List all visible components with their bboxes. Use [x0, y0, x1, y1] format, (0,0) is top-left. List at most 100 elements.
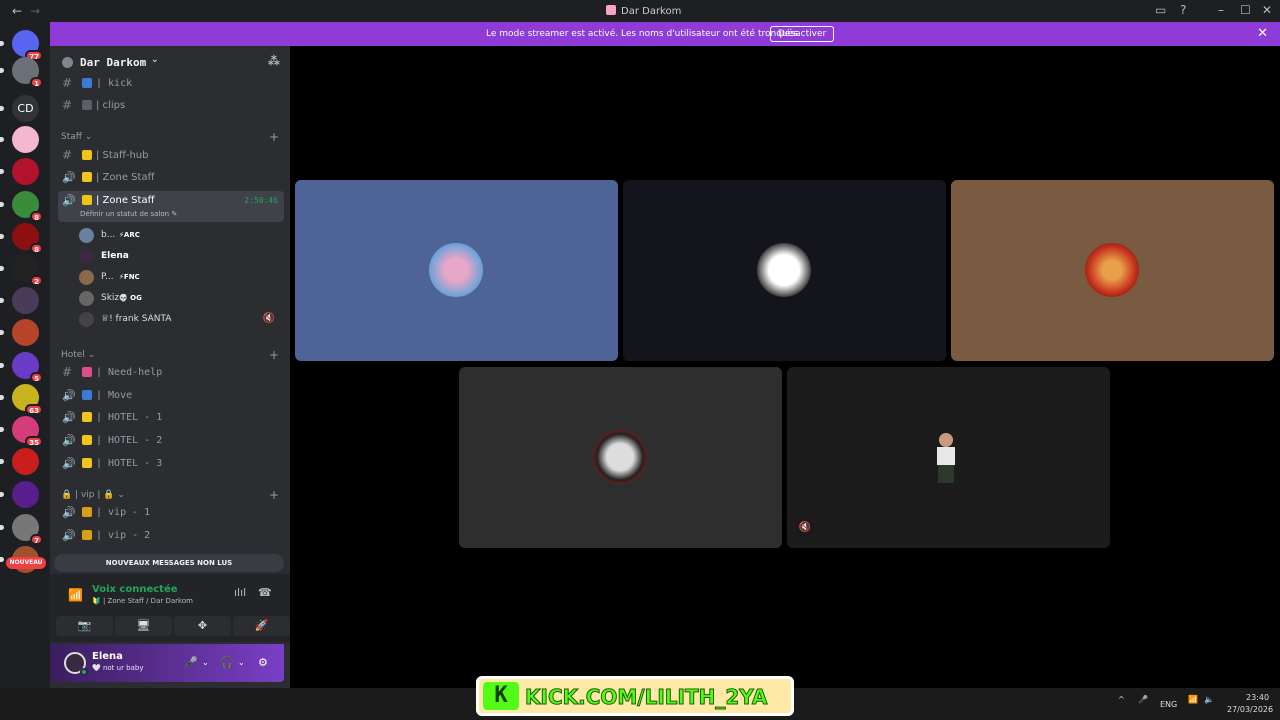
- channel-emoji-icon: [82, 507, 92, 517]
- close-window-icon[interactable]: ✕: [1262, 3, 1272, 17]
- new-badge[interactable]: NOUVEAU: [6, 557, 46, 569]
- unread-messages-bar[interactable]: NOUVEAUX MESSAGES NON LUS: [54, 554, 284, 572]
- camera-button[interactable]: 📷: [56, 616, 113, 636]
- voice-user[interactable]: P... ⚡FNC: [79, 267, 279, 287]
- disable-streamer-button[interactable]: Désactiver: [770, 26, 835, 42]
- minimize-icon[interactable]: –: [1218, 3, 1224, 17]
- server-icon[interactable]: [0, 126, 39, 153]
- hash-icon: #: [62, 98, 73, 112]
- category-vip[interactable]: 🔒 | vip | 🔒 ⌄ +: [61, 488, 279, 502]
- channel-item[interactable]: 🔊 | HOTEL - 3: [58, 454, 284, 474]
- participant-tile[interactable]: [459, 367, 782, 548]
- speaker-icon: 🔊: [62, 506, 76, 519]
- add-channel-icon[interactable]: +: [269, 488, 279, 502]
- category-hotel[interactable]: Hotel ⌄ +: [61, 348, 279, 362]
- character-body: [937, 447, 955, 465]
- forward-arrow-icon[interactable]: →: [30, 4, 40, 18]
- clock-date[interactable]: 27/03/2026: [1227, 705, 1273, 714]
- headset-icon[interactable]: 🎧: [220, 656, 234, 669]
- screen-share-button[interactable]: 🖥: [115, 616, 172, 636]
- server-icon[interactable]: 8: [0, 191, 43, 222]
- mention-badge: 63: [25, 404, 43, 415]
- disconnect-icon[interactable]: ☎: [258, 586, 272, 599]
- volume-icon[interactable]: 🔈: [1204, 695, 1214, 704]
- participant-tile[interactable]: [951, 180, 1274, 361]
- wifi-icon[interactable]: 📶: [1188, 695, 1198, 704]
- channel-name: | HOTEL - 3: [96, 458, 163, 469]
- kick-url: KICK.COM/LILITH_2YA: [524, 685, 768, 710]
- channel-kick[interactable]: # | kick: [58, 74, 284, 94]
- signal-icon[interactable]: 📶: [68, 588, 83, 602]
- close-banner-icon[interactable]: ✕: [1257, 26, 1268, 41]
- language-indicator[interactable]: ENG: [1160, 700, 1177, 709]
- add-channel-icon[interactable]: +: [269, 348, 279, 362]
- chevron-down-icon[interactable]: ⌄: [202, 658, 209, 667]
- server-icon[interactable]: [0, 319, 39, 346]
- voice-user[interactable]: ♕! frank SANTA 🔇: [79, 309, 279, 329]
- activities-button[interactable]: ✥: [174, 616, 231, 636]
- clock-time[interactable]: 23:40: [1246, 693, 1269, 702]
- unread-pip: [0, 68, 4, 73]
- mic-icon[interactable]: 🎤: [1138, 695, 1148, 704]
- server-icon[interactable]: 2: [0, 255, 43, 286]
- server-icon[interactable]: 77: [0, 30, 43, 61]
- soundboard-button[interactable]: 🚀: [233, 616, 290, 636]
- voice-stage: 🔇: [290, 46, 1280, 688]
- unread-pip: [0, 202, 4, 207]
- channel-zone-staff-1[interactable]: 🔊 | Zone Staff: [58, 168, 284, 188]
- channel-item[interactable]: # | Need-help: [58, 363, 284, 383]
- tray-chevron-icon[interactable]: ^: [1118, 695, 1125, 704]
- server-icon[interactable]: [0, 158, 39, 185]
- server-icon[interactable]: [0, 287, 39, 314]
- noise-suppression-icon[interactable]: ılıl: [234, 586, 246, 599]
- gear-icon[interactable]: ⚙: [258, 656, 268, 669]
- channel-staff-hub[interactable]: # | Staff-hub: [58, 146, 284, 166]
- chevron-down-icon[interactable]: ⌄: [238, 658, 245, 667]
- server-icon[interactable]: 5: [0, 352, 43, 383]
- channel-zone-staff-active[interactable]: 🔊 | Zone Staff 2:50:46 Définir un statut de…: [58, 191, 284, 222]
- server-icon[interactable]: 8: [0, 223, 43, 254]
- channel-item[interactable]: 🔊 | vip - 1: [58, 503, 284, 523]
- channel-item[interactable]: 🔊 | HOTEL - 2: [58, 431, 284, 451]
- set-channel-status[interactable]: Définir un statut de salon ✎: [80, 210, 177, 218]
- add-channel-icon[interactable]: +: [269, 130, 279, 144]
- voice-user-tag: ⚡FNC: [119, 273, 140, 281]
- channel-item[interactable]: 🔊 | Move: [58, 386, 284, 406]
- deafened-icon: 🔇: [262, 313, 275, 324]
- username[interactable]: Elena: [92, 651, 123, 662]
- channel-emoji-icon: [82, 390, 92, 400]
- server-icon[interactable]: CD: [0, 95, 39, 122]
- mention-badge: 2: [30, 275, 43, 286]
- channel-item[interactable]: 🔊 | vip - 2: [58, 526, 284, 546]
- back-arrow-icon[interactable]: ←: [12, 4, 22, 18]
- channel-item[interactable]: 🔊 | HOTEL - 1: [58, 408, 284, 428]
- character-legs: [938, 465, 954, 483]
- channel-emoji-icon: [82, 367, 92, 377]
- voice-channel[interactable]: 🔰 | Zone Staff / Dar Darkom: [92, 597, 193, 605]
- mention-badge: 5: [30, 372, 43, 383]
- server-icon[interactable]: 35: [0, 416, 43, 447]
- voice-user[interactable]: Elena: [79, 246, 279, 266]
- server-icon[interactable]: 63: [0, 384, 43, 415]
- category-staff[interactable]: Staff ⌄ +: [61, 130, 279, 144]
- channel-name: | Need-help: [96, 367, 163, 378]
- participant-tile[interactable]: [623, 180, 946, 361]
- participant-avatar: [757, 243, 811, 297]
- server-avatar: CD: [12, 95, 39, 122]
- mic-icon[interactable]: 🎤: [184, 656, 198, 669]
- inbox-icon[interactable]: ▭: [1155, 3, 1166, 17]
- participant-tile[interactable]: 🔇: [787, 367, 1110, 548]
- voice-user[interactable]: Skizo 💀 OG: [79, 288, 279, 308]
- maximize-icon[interactable]: ☐: [1240, 3, 1251, 17]
- voice-user[interactable]: b... ⚡ARC: [79, 225, 279, 245]
- voice-user-tag: 💀 OG: [119, 294, 142, 302]
- server-icon[interactable]: [0, 481, 39, 508]
- channel-clips[interactable]: # | clips: [58, 96, 284, 116]
- invite-icon[interactable]: ⁂: [268, 54, 280, 68]
- server-icon[interactable]: [0, 448, 39, 475]
- participant-tile[interactable]: [295, 180, 618, 361]
- server-icon[interactable]: 1: [0, 57, 43, 88]
- server-icon[interactable]: 7: [0, 514, 43, 545]
- help-icon[interactable]: ?: [1180, 3, 1186, 17]
- voice-user-name: ♕! frank SANTA: [101, 314, 172, 324]
